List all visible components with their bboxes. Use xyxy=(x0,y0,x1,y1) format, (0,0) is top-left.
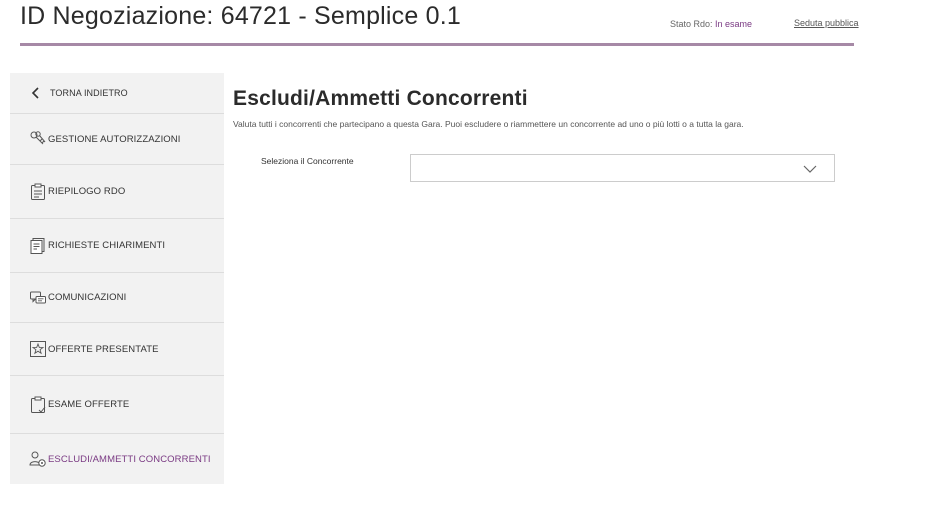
sidebar-item-label: COMUNICAZIONI xyxy=(48,292,127,303)
sidebar-item-label: RICHIESTE CHIARIMENTI xyxy=(48,240,166,251)
sidebar: TORNA INDIETRO GESTIONE AUTORIZZAZIONI R… xyxy=(10,73,224,484)
sidebar-item-richieste-chiarimenti[interactable]: RICHIESTE CHIARIMENTI xyxy=(10,219,224,273)
keys-icon xyxy=(29,130,47,148)
section-description: Valuta tutti i concorrenti che partecipa… xyxy=(233,119,744,129)
clipboard-check-icon xyxy=(29,396,47,414)
chevron-left-icon xyxy=(30,84,40,102)
header-divider xyxy=(20,43,854,46)
rdo-status-value: In esame xyxy=(715,19,753,29)
document-star-icon xyxy=(29,340,47,358)
sidebar-item-offerte-presentate[interactable]: OFFERTE PRESENTATE xyxy=(10,323,224,376)
seduta-pubblica-link[interactable]: Seduta pubblica xyxy=(794,18,859,28)
section-title: Escludi/Ammetti Concorrenti xyxy=(233,87,528,110)
back-button[interactable]: TORNA INDIETRO xyxy=(10,73,224,114)
sidebar-item-comunicazioni[interactable]: COMUNICAZIONI xyxy=(10,273,224,323)
page-title: ID Negoziazione: 64721 - Semplice 0.1 xyxy=(20,2,461,30)
sidebar-item-label: RIEPILOGO RDO xyxy=(48,186,126,197)
back-label: TORNA INDIETRO xyxy=(50,88,128,98)
sidebar-item-escludi-ammetti-concorrenti[interactable]: ESCLUDI/AMMETTI CONCORRENTI xyxy=(10,434,224,484)
sidebar-item-label: OFFERTE PRESENTATE xyxy=(48,343,159,355)
chevron-down-icon xyxy=(802,162,818,174)
sidebar-item-riepilogo-rdo[interactable]: RIEPILOGO RDO xyxy=(10,165,224,219)
rdo-status-label: Stato Rdo: xyxy=(670,19,716,29)
sidebar-item-label: GESTIONE AUTORIZZAZIONI xyxy=(48,133,181,145)
clipboard-list-icon xyxy=(29,183,47,201)
sidebar-item-label: ESCLUDI/AMMETTI CONCORRENTI xyxy=(48,453,211,465)
chat-bubbles-icon xyxy=(29,289,47,307)
main-content: Escludi/Ammetti Concorrenti Valuta tutti… xyxy=(233,87,853,182)
page-header: ID Negoziazione: 64721 - Semplice 0.1 St… xyxy=(20,0,859,46)
sidebar-item-esame-offerte[interactable]: ESAME OFFERTE xyxy=(10,376,224,434)
rdo-status: Stato Rdo: In esame xyxy=(670,19,752,29)
concorrente-field-label: Seleziona il Concorrente xyxy=(261,156,354,166)
users-settings-icon xyxy=(29,450,47,468)
sidebar-item-gestione-autorizzazioni[interactable]: GESTIONE AUTORIZZAZIONI xyxy=(10,114,224,165)
concorrente-select[interactable] xyxy=(410,154,835,182)
sidebar-item-label: ESAME OFFERTE xyxy=(48,399,130,410)
documents-question-icon xyxy=(29,237,47,255)
